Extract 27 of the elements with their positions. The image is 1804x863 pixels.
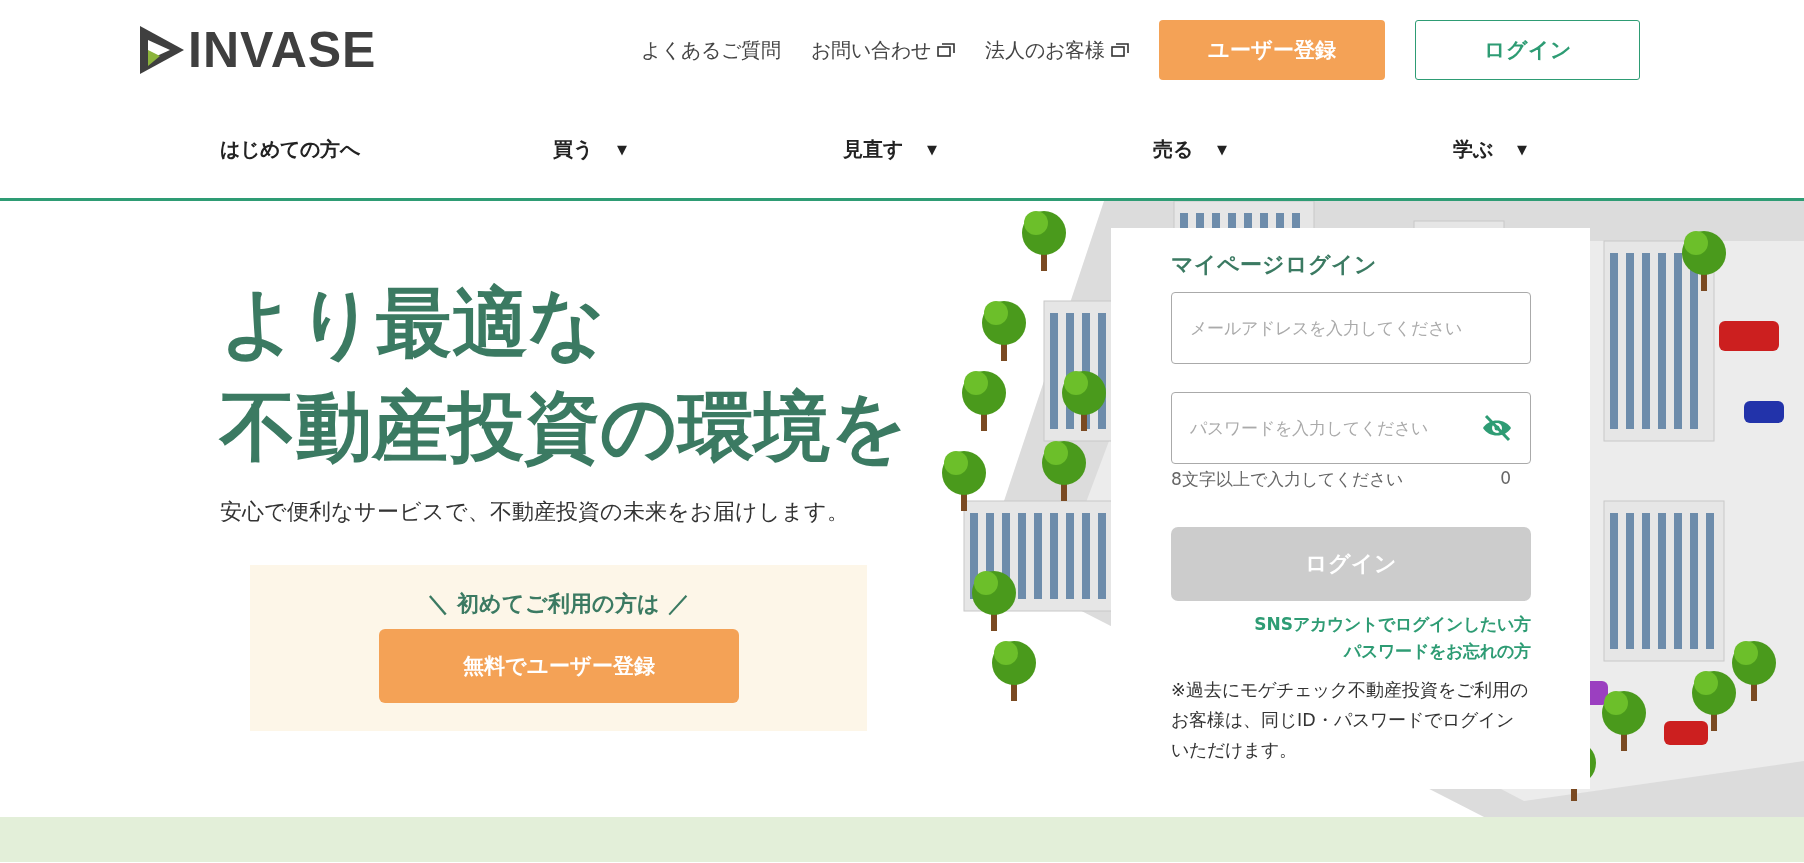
caret-icon: ▼	[617, 141, 627, 157]
email-field[interactable]: メールアドレスを入力してください	[1171, 292, 1531, 364]
password-hint: 8文字以上で入力してください	[1171, 468, 1403, 491]
hero-headline: 不動産投資の環境を	[220, 381, 908, 473]
character-count: 0	[1500, 468, 1511, 490]
caret-icon: ▼	[927, 141, 937, 157]
nav-item[interactable]: はじめての方へ	[220, 135, 360, 163]
password-field[interactable]: パスワードを入力してください	[1171, 392, 1531, 464]
nav-item[interactable]: 売る ▼	[1153, 135, 1227, 163]
eye-slash-icon[interactable]	[1481, 414, 1513, 442]
header-link[interactable]: お問い合わせ	[811, 36, 955, 64]
hero-headline: より最適な	[220, 277, 606, 369]
logo-triangle-icon	[140, 26, 184, 74]
external-link-icon	[1111, 43, 1129, 57]
cta-lead-text: ＼ 初めてご利用の方は ／	[427, 590, 690, 618]
login-note: ※過去にモゲチェック不動産投資をご利用のお客様は、同じID・パスワードでログインいただけます。	[1171, 679, 1529, 762]
nav-item[interactable]: 学ぶ ▼	[1453, 135, 1527, 163]
external-link-icon	[937, 43, 955, 57]
caret-icon: ▼	[1217, 141, 1227, 157]
login-title: マイページログイン	[1171, 251, 1378, 279]
header-link[interactable]: よくあるご質問	[641, 36, 781, 64]
header-link[interactable]: 法人のお客様	[985, 36, 1129, 64]
nav-item[interactable]: 買う ▼	[553, 135, 627, 163]
caret-icon: ▼	[1517, 141, 1527, 157]
nav-item[interactable]: 見直す ▼	[843, 135, 937, 163]
hero-subtitle: 安心で便利なサービスで、不動産投資の未来をお届けします。	[220, 498, 849, 526]
logo-text[interactable]: INVASE	[188, 21, 377, 79]
